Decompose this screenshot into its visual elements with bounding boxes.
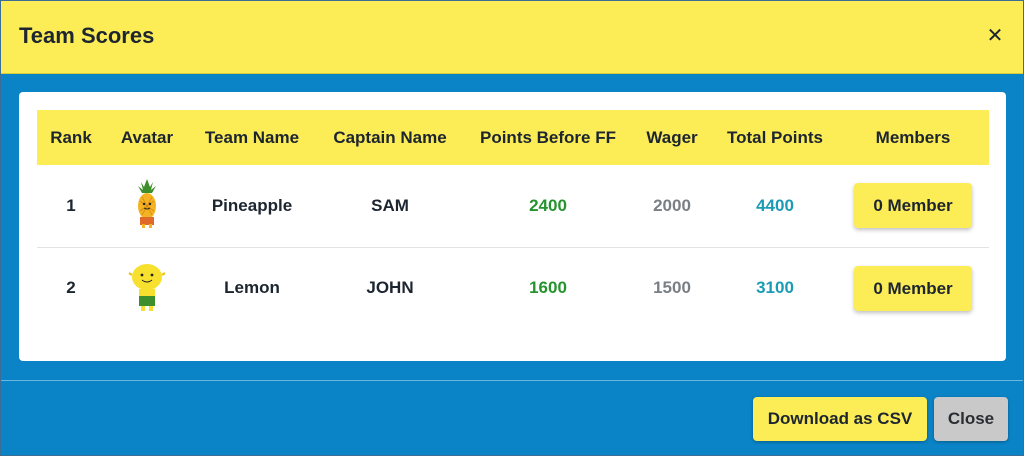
scores-card: Rank Avatar Team Name Captain Name Point… xyxy=(19,92,1006,361)
header-avatar: Avatar xyxy=(120,127,174,147)
header-team-name: Team Name xyxy=(204,127,300,147)
header-total-points: Total Points xyxy=(726,127,823,147)
lemon-avatar xyxy=(128,263,166,311)
members-cell: 0 Member xyxy=(837,246,989,329)
close-icon[interactable]: ✕ xyxy=(983,23,1007,47)
avatar-cell xyxy=(105,246,189,329)
avatar-cell xyxy=(105,165,189,247)
table-row: 1 Pineapple SAM 2400 2000 4400 0 Member xyxy=(37,165,989,247)
points-before-ff-cell: 1600 xyxy=(465,246,631,329)
members-cell: 0 Member xyxy=(837,165,989,247)
total-points-cell: 4400 xyxy=(756,195,794,215)
total-points-cell: 3100 xyxy=(713,246,837,329)
modal-header: Team Scores ✕ xyxy=(1,1,1023,74)
pineapple-avatar xyxy=(138,179,156,229)
captain-name-cell: SAM xyxy=(371,195,409,215)
table-row: 2 Lemon JOHN 1600 1500 3100 0 Member xyxy=(37,246,989,329)
table-header-row: Rank Avatar Team Name Captain Name Point… xyxy=(37,110,989,165)
team-name-cell: Lemon xyxy=(189,246,315,329)
rank-cell: 2 xyxy=(37,246,105,329)
wager-cell: 2000 xyxy=(653,195,691,215)
members-button[interactable]: 0 Member xyxy=(854,265,972,311)
captain-name-cell: JOHN xyxy=(315,246,465,329)
points-before-ff-cell: 2400 xyxy=(529,195,567,215)
members-button[interactable]: 0 Member xyxy=(854,183,972,229)
header-points-before-ff: Points Before FF xyxy=(479,127,616,147)
team-name-cell: Pineapple xyxy=(211,195,293,215)
rank-cell: 1 xyxy=(66,195,76,215)
header-captain-name: Captain Name xyxy=(333,127,447,147)
scores-table: Rank Avatar Team Name Captain Name Point… xyxy=(37,110,989,329)
header-wager: Wager xyxy=(646,127,698,147)
close-button[interactable]: Close xyxy=(934,397,1008,441)
team-scores-modal: Team Scores ✕ Rank Avatar Team Name Capt… xyxy=(0,0,1024,456)
modal-title: Team Scores xyxy=(19,23,155,48)
footer-divider xyxy=(1,380,1023,381)
download-csv-button[interactable]: Download as CSV xyxy=(753,397,927,441)
wager-cell: 1500 xyxy=(631,246,713,329)
header-members: Members xyxy=(875,127,951,147)
header-rank: Rank xyxy=(50,127,92,147)
